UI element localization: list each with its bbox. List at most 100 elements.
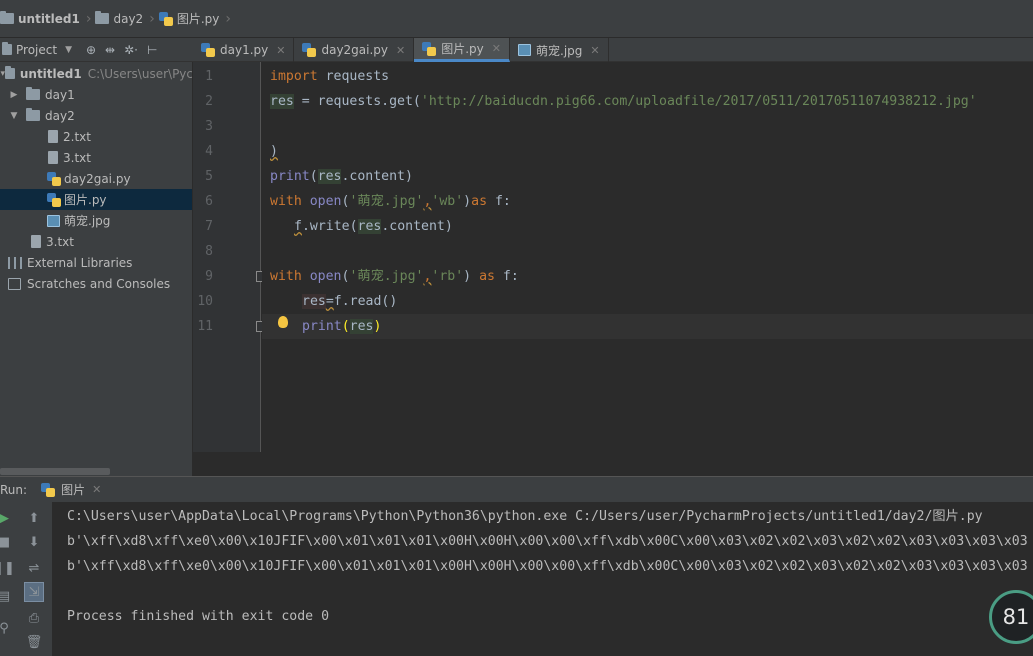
- code-line-9: with open('萌宠.jpg','rb') as f:: [270, 269, 519, 284]
- code-line-4: ): [270, 144, 278, 159]
- tree-item-day2[interactable]: ▼ day2: [0, 105, 192, 126]
- pin-icon[interactable]: ⚲: [0, 618, 14, 638]
- python-file-icon: [158, 11, 173, 26]
- code-line-7: f.write(res.content): [294, 219, 453, 234]
- breadcrumb-file[interactable]: 图片.py: [158, 0, 224, 37]
- print-icon[interactable]: ⎙: [24, 608, 44, 628]
- breadcrumb-separator: ›: [85, 10, 92, 27]
- tree-item-external-libraries[interactable]: External Libraries: [0, 252, 192, 273]
- scratches-icon: [8, 277, 21, 290]
- python-file-icon: [201, 43, 215, 57]
- code-line-11: print(res): [262, 314, 1033, 339]
- tab-day1[interactable]: day1.py ✕: [193, 38, 295, 62]
- folder-icon: [95, 11, 110, 24]
- code-line-10: res=f.read(): [302, 294, 398, 309]
- breadcrumb-folder[interactable]: day2: [95, 0, 147, 37]
- image-file-icon: [47, 214, 60, 227]
- editor-tab-bar: day1.py ✕ day2gai.py ✕ 图片.py ✕ 萌宠.jpg ✕: [193, 38, 1033, 62]
- tree-item-tupian[interactable]: 图片.py: [0, 189, 192, 210]
- code-line-1: import requests: [270, 69, 390, 84]
- locate-file-icon[interactable]: ⊕: [86, 43, 96, 57]
- settings-gear-icon[interactable]: ✲·: [124, 43, 138, 57]
- hide-panel-icon[interactable]: ⊢: [147, 43, 157, 57]
- memory-indicator-value: 81: [1002, 605, 1030, 629]
- line-number: 6: [205, 194, 213, 209]
- scroll-to-end-icon[interactable]: ⇲: [24, 582, 44, 602]
- tree-item-day2gai[interactable]: day2gai.py: [0, 168, 192, 189]
- line-number: 5: [205, 169, 213, 184]
- code-line-5: print(res.content): [270, 169, 413, 184]
- console-line: b'\xff\xd8\xff\xe0\x00\x10JFIF\x00\x01\x…: [67, 534, 1028, 549]
- folder-icon: [26, 108, 40, 121]
- lightbulb-icon[interactable]: [278, 316, 288, 328]
- soft-wrap-icon[interactable]: ⇌: [24, 558, 44, 578]
- editor-bottom: [193, 452, 1033, 476]
- project-view-icon: [2, 42, 12, 55]
- close-icon[interactable]: ✕: [276, 44, 285, 57]
- tab-day2gai[interactable]: day2gai.py ✕: [294, 38, 415, 62]
- code-line-2: res = requests.get('http://baiducdn.pig6…: [270, 94, 977, 109]
- text-file-icon: [48, 130, 58, 143]
- dropdown-arrow-icon[interactable]: ▼: [65, 45, 72, 55]
- line-number: 10: [197, 294, 213, 309]
- python-file-icon: [47, 171, 61, 186]
- breadcrumb-separator: ›: [225, 10, 231, 27]
- tab-tupian[interactable]: 图片.py ✕: [414, 38, 510, 62]
- expand-arrow-icon[interactable]: ▶: [8, 90, 20, 100]
- run-tab-tupian[interactable]: 图片 ✕: [41, 481, 101, 498]
- tree-item-mengchong[interactable]: 萌宠.jpg: [0, 210, 192, 231]
- python-file-icon: [41, 482, 56, 497]
- line-number: 9: [205, 269, 213, 284]
- close-icon[interactable]: ✕: [492, 42, 501, 55]
- rerun-icon[interactable]: ▶: [0, 508, 14, 528]
- run-label: Run:: [0, 482, 28, 497]
- line-number: 11: [197, 319, 213, 334]
- trash-icon[interactable]: 🗑: [24, 632, 44, 652]
- folder-icon: [0, 11, 14, 24]
- close-icon[interactable]: ✕: [396, 44, 405, 57]
- code-line-6: with open('萌宠.jpg','wb')as f:: [270, 194, 511, 209]
- run-panel-header: Run: 图片 ✕: [0, 476, 1033, 502]
- scroll-down-icon[interactable]: ⬇: [24, 532, 44, 552]
- python-file-icon: [302, 43, 317, 57]
- tree-item-day1[interactable]: ▶ day1: [0, 84, 192, 105]
- close-icon[interactable]: ✕: [92, 483, 101, 496]
- line-number: 1: [205, 69, 213, 84]
- folder-icon: [5, 66, 15, 79]
- pause-icon[interactable]: ❚❚: [0, 558, 15, 578]
- layout-icon[interactable]: ▤: [0, 586, 14, 606]
- tree-item-3-txt[interactable]: 3.txt: [0, 147, 192, 168]
- breadcrumb: untitled1 › day2 › 图片.py ›: [0, 0, 1033, 38]
- project-view-selector[interactable]: Project: [16, 43, 57, 57]
- collapse-all-icon[interactable]: ⇹: [105, 43, 115, 57]
- breadcrumb-project[interactable]: untitled1: [0, 0, 84, 37]
- tree-item-scratches[interactable]: Scratches and Consoles: [0, 273, 192, 294]
- close-icon[interactable]: ✕: [590, 44, 599, 57]
- horizontal-scrollbar[interactable]: [0, 468, 110, 475]
- collapse-arrow-icon[interactable]: ▼: [8, 111, 20, 121]
- libraries-icon: [8, 256, 22, 269]
- project-panel-header: Project ▼ ⊕ ⇹ ✲· ⊢: [0, 38, 193, 62]
- folder-icon: [26, 87, 40, 100]
- line-number: 2: [205, 94, 213, 109]
- image-file-icon: [518, 44, 531, 56]
- breadcrumb-separator: ›: [149, 10, 155, 27]
- line-number: 7: [205, 219, 213, 234]
- console-line: b'\xff\xd8\xff\xe0\x00\x10JFIF\x00\x01\x…: [67, 559, 1028, 574]
- run-toolbar: ▶ ⬆ ■ ⬇ ❚❚ ⇌ ▤ ⇲ ⎙ ⚲ 🗑: [0, 502, 52, 656]
- tree-item-untitled1[interactable]: ▾ untitled1 C:\Users\user\Pyc: [0, 63, 192, 84]
- console-line: Process finished with exit code 0: [67, 609, 330, 624]
- scroll-up-icon[interactable]: ⬆: [24, 508, 44, 528]
- tree-item-root-3-txt[interactable]: 3.txt: [0, 231, 192, 252]
- text-file-icon: [48, 151, 58, 164]
- python-file-icon: [422, 41, 437, 56]
- project-tree: ▾ untitled1 C:\Users\user\Pyc ▶ day1 ▼ d…: [0, 62, 193, 476]
- tree-item-2-txt[interactable]: 2.txt: [0, 126, 192, 147]
- text-file-icon: [31, 235, 41, 248]
- code-editor[interactable]: import requests res = requests.get('http…: [262, 62, 1033, 452]
- line-number: 3: [205, 119, 213, 134]
- tab-mengchong[interactable]: 萌宠.jpg ✕: [510, 38, 609, 62]
- python-file-icon: [47, 192, 61, 207]
- stop-icon[interactable]: ■: [0, 532, 14, 552]
- run-console[interactable]: C:\Users\user\AppData\Local\Programs\Pyt…: [52, 502, 1033, 656]
